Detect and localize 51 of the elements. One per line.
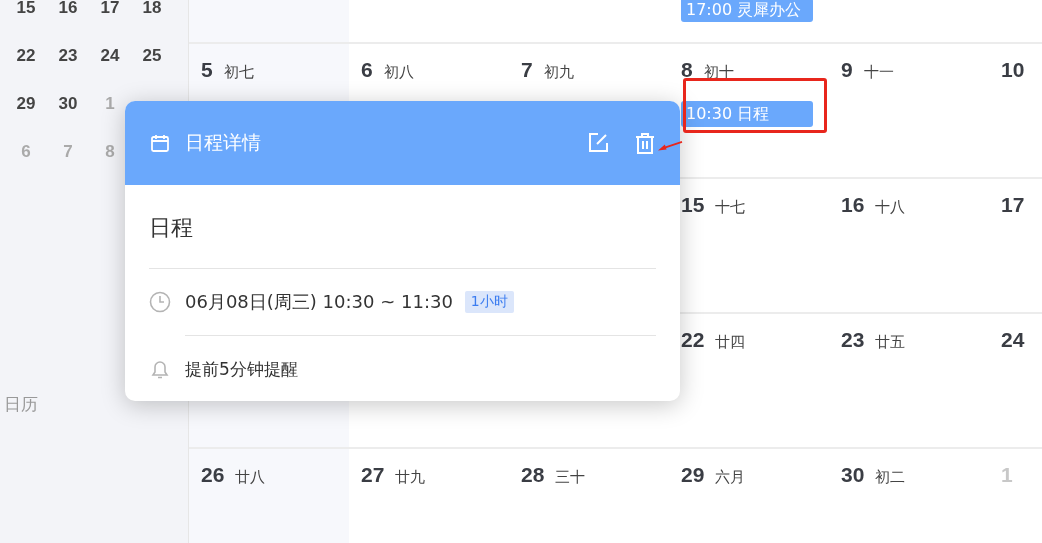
mini-calendar-day[interactable]: 25 (131, 32, 173, 80)
day-number[interactable]: 29 (681, 463, 705, 487)
duration-badge: 1小时 (464, 291, 514, 313)
lunar-date: 初九 (543, 63, 574, 82)
lunar-date: 十一 (863, 63, 894, 82)
day-number[interactable]: 6 (361, 58, 373, 82)
day-number[interactable]: 27 (361, 463, 385, 487)
lunar-date: 廿九 (395, 468, 426, 487)
event-time: 06月08日(周三) 10:30 ~ 11:30 (185, 290, 453, 314)
day-number[interactable]: 28 (521, 463, 545, 487)
day-number[interactable]: 7 (521, 58, 533, 82)
event-title: 日程 (149, 214, 194, 241)
day-number[interactable]: 8 (681, 58, 693, 82)
lunar-date: 廿八 (235, 468, 266, 487)
lunar-date: 初二 (875, 468, 906, 487)
lunar-date: 初七 (223, 63, 254, 82)
day-number[interactable]: 24 (1001, 328, 1025, 352)
reminder-text: 提前5分钟提醒 (185, 357, 298, 381)
lunar-date: 廿五 (875, 333, 906, 352)
mini-calendar-day[interactable]: 23 (47, 32, 89, 80)
day-number[interactable]: 5 (201, 58, 213, 82)
day-number[interactable]: 15 (681, 193, 705, 217)
lunar-date: 廿四 (715, 333, 746, 352)
delete-button[interactable] (634, 132, 656, 154)
clock-icon (149, 291, 171, 313)
calendar-icon (150, 133, 170, 153)
mini-calendar-day[interactable]: 30 (47, 80, 89, 128)
day-number[interactable]: 16 (841, 193, 865, 217)
day-number[interactable]: 23 (841, 328, 865, 352)
mini-calendar-day[interactable]: 17 (89, 0, 131, 32)
lunar-date: 六月 (715, 468, 746, 487)
lunar-date: 十七 (715, 198, 746, 217)
mini-calendar-day[interactable]: 24 (89, 32, 131, 80)
mini-calendar-day[interactable]: 16 (47, 0, 89, 32)
lunar-date: 初八 (383, 63, 414, 82)
lunar-date: 十八 (875, 198, 906, 217)
lunar-date: 初十 (703, 63, 734, 82)
day-number[interactable]: 30 (841, 463, 865, 487)
mini-calendar-day[interactable]: 15 (5, 0, 47, 32)
popup-title: 日程详情 (185, 130, 261, 155)
mini-calendar-day[interactable]: 29 (5, 80, 47, 128)
bell-icon (149, 358, 171, 380)
day-number[interactable]: 10 (1001, 58, 1025, 82)
mini-calendar-day[interactable]: 22 (5, 32, 47, 80)
mini-calendar-day[interactable]: 18 (131, 0, 173, 32)
day-number[interactable]: 9 (841, 58, 853, 82)
lunar-date: 三十 (555, 468, 586, 487)
edit-button[interactable] (587, 132, 609, 154)
day-number[interactable]: 26 (201, 463, 225, 487)
day-number[interactable]: 22 (681, 328, 705, 352)
day-number[interactable]: 17 (1001, 193, 1025, 217)
